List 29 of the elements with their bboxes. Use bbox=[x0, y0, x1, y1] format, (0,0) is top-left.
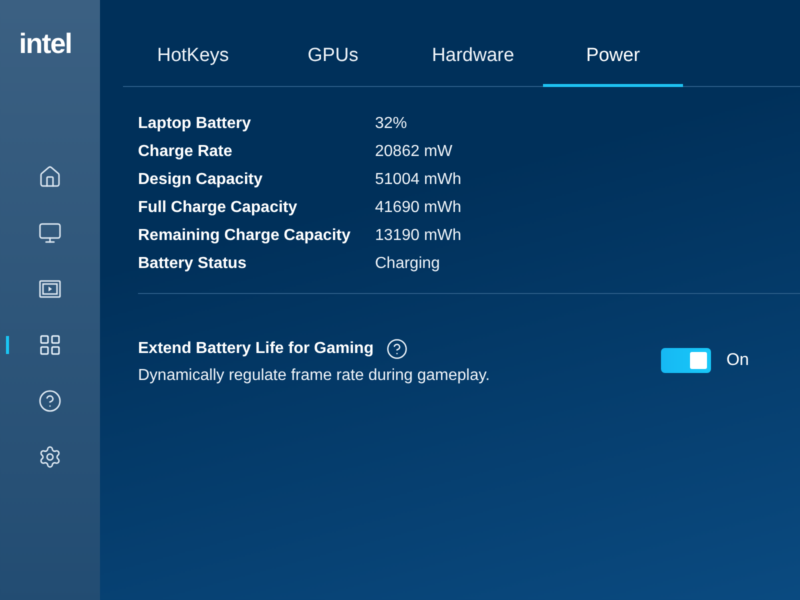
toggle-thumb bbox=[690, 352, 708, 368]
tab[interactable]: Hardware bbox=[403, 40, 543, 87]
help-icon bbox=[38, 389, 62, 413]
info-label: Design Capacity bbox=[138, 170, 264, 190]
monitor-icon bbox=[38, 221, 62, 245]
info-label: Full Charge Capacity bbox=[138, 198, 298, 218]
toggle-state-label: On bbox=[726, 349, 749, 372]
settings-icon bbox=[38, 445, 62, 469]
info-value: 41690 mWh bbox=[375, 198, 462, 218]
info-label: Charge Rate bbox=[138, 142, 234, 162]
setting-title: Extend Battery Life for Gaming bbox=[138, 339, 374, 359]
grid-icon bbox=[38, 333, 62, 357]
tab[interactable]: Power bbox=[543, 40, 683, 87]
info-value: 13190 mWh bbox=[375, 226, 462, 246]
selection-indicator bbox=[6, 336, 9, 354]
help-icon[interactable] bbox=[386, 338, 408, 360]
home-icon bbox=[38, 165, 62, 189]
info-label: Battery Status bbox=[138, 254, 248, 274]
tab[interactable]: GPUs bbox=[263, 40, 403, 87]
info-label: Laptop Battery bbox=[138, 114, 252, 134]
tab[interactable]: HotKeys bbox=[123, 40, 263, 87]
toggle-switch[interactable] bbox=[661, 348, 712, 372]
info-value: 32% bbox=[375, 114, 408, 134]
info-value: 20862 mW bbox=[375, 142, 452, 162]
info-value: 51004 mWh bbox=[375, 170, 462, 190]
setting-description: Dynamically regulate frame rate during gameplay. bbox=[138, 366, 490, 386]
info-label: Remaining Charge Capacity bbox=[138, 226, 352, 246]
logo: intel bbox=[19, 28, 72, 59]
info-value: Charging bbox=[375, 254, 440, 274]
